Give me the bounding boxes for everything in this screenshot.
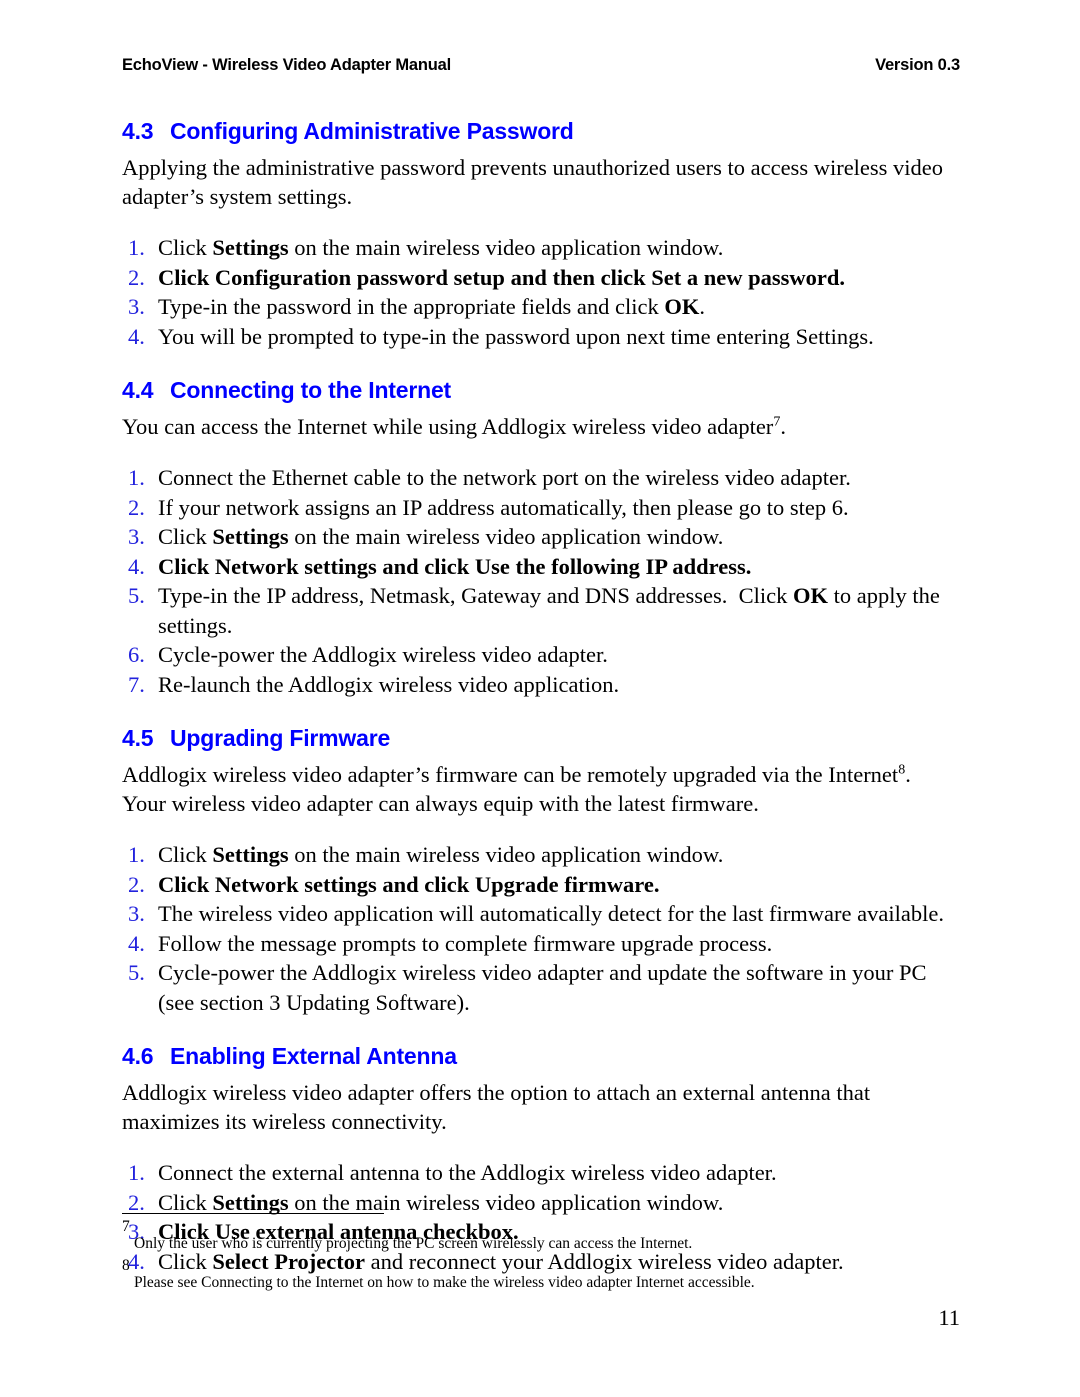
list-item-number: 1.	[128, 235, 145, 260]
list-item-text: Cycle-power the Addlogix wireless video …	[158, 642, 608, 667]
step-list: 1. Connect the Ethernet cable to the netw…	[122, 463, 962, 699]
step-list: 1. Click Settings on the main wireless vi…	[122, 840, 962, 1017]
footnote-text: Please see Connecting to the Internet on…	[134, 1274, 755, 1291]
list-item-text: Connect the Ethernet cable to the networ…	[158, 465, 851, 490]
list-item: 1. Click Settings on the main wireless vi…	[122, 233, 962, 263]
list-item-text: Type-in the IP address, Netmask, Gateway…	[158, 583, 940, 638]
footnote-text: Only the user who is currently projectin…	[134, 1235, 693, 1252]
document-page: EchoView - Wireless Video Adapter Manual…	[0, 0, 1080, 1397]
footnote: 7 Only the user who is currently projecti…	[122, 1219, 962, 1253]
list-item-text: Click Network settings and click Use the…	[158, 553, 752, 579]
page-number: 11	[938, 1305, 960, 1330]
footnote-list: 7 Only the user who is currently projecti…	[122, 1219, 962, 1297]
section-number: 4.3	[122, 118, 154, 144]
list-item-text: Click Configuration password setup and t…	[158, 264, 846, 290]
list-item-number: 1.	[128, 842, 145, 867]
list-item-text: Click Settings on the main wireless vide…	[158, 235, 724, 260]
section-heading-4-6: 4.6 Enabling External Antenna	[122, 1043, 962, 1070]
list-item: 4. You will be prompted to type-in the pa…	[122, 322, 962, 352]
list-item-number: 5.	[128, 960, 145, 985]
list-item-text: Cycle-power the Addlogix wireless video …	[158, 960, 927, 1015]
list-item-number: 2.	[128, 494, 145, 520]
list-item: 6. Cycle-power the Addlogix wireless vide…	[122, 640, 962, 670]
list-item: 1. Connect the Ethernet cable to the netw…	[122, 463, 962, 493]
section-heading-4-3: 4.3 Configuring Administrative Password	[122, 118, 962, 145]
list-item: 3. Type-in the password in the appropriat…	[122, 292, 962, 322]
section-title: Enabling External Antenna	[170, 1043, 457, 1069]
list-item-text: Type-in the password in the appropriate …	[158, 294, 706, 319]
list-item-number: 4.	[128, 323, 145, 349]
document-body: 4.3 Configuring Administrative Password Ap…	[122, 118, 962, 1276]
list-item-number: 3.	[128, 524, 145, 549]
list-item-number: 3.	[128, 901, 145, 926]
list-item-text: Click Network settings and click Upgrade…	[158, 871, 660, 897]
list-item: 2. Click Configuration password setup and…	[122, 263, 962, 293]
list-item: 2. Click Network settings and click Upgra…	[122, 870, 962, 900]
list-item: 7. Re-launch the Addlogix wireless video …	[122, 670, 962, 700]
section-heading-4-5: 4.5 Upgrading Firmware	[122, 725, 962, 752]
section-intro-paragraph: You can access the Internet while using …	[122, 414, 786, 439]
list-item-text: Re-launch the Addlogix wireless video ap…	[158, 671, 620, 697]
footnote-marker: 7	[122, 1218, 130, 1235]
list-item-text: If your network assigns an IP address au…	[158, 494, 849, 520]
header-version: Version 0.3	[875, 56, 960, 74]
list-item-text: You will be prompted to type-in the pass…	[158, 323, 874, 349]
section-number: 4.4	[122, 377, 154, 403]
list-item: 2. If your network assigns an IP address …	[122, 493, 962, 523]
footnote: 8 Please see Connecting to the Internet o…	[122, 1258, 962, 1292]
list-item-text: Connect the external antenna to the Addl…	[158, 1160, 777, 1185]
list-item: 3. Click Settings on the main wireless vi…	[122, 522, 962, 552]
list-item-number: 1.	[128, 1160, 145, 1185]
list-item-number: 7.	[128, 671, 145, 697]
section-number: 4.6	[122, 1043, 154, 1069]
list-item: 4. Click Network settings and click Use t…	[122, 552, 962, 582]
section-heading-4-4: 4.4 Connecting to the Internet	[122, 377, 962, 404]
footnote-marker: 8	[122, 1257, 130, 1274]
section-number: 4.5	[122, 725, 154, 751]
footnote-separator	[122, 1213, 384, 1214]
step-list: 1. Click Settings on the main wireless vi…	[122, 233, 962, 351]
list-item: 1. Connect the external antenna to the Ad…	[122, 1158, 962, 1188]
section-intro-paragraph: Addlogix wireless video adapter offers t…	[122, 1080, 871, 1134]
running-header: EchoView - Wireless Video Adapter Manual…	[122, 56, 960, 75]
section-title: Connecting to the Internet	[170, 377, 452, 403]
list-item-text: Click Settings on the main wireless vide…	[158, 842, 724, 867]
list-item-number: 6.	[128, 642, 145, 667]
list-item-text: Click Settings on the main wireless vide…	[158, 524, 724, 549]
list-item-number: 2.	[128, 264, 145, 290]
section-intro-paragraph: Applying the administrative password pre…	[122, 155, 944, 209]
header-manual-title: EchoView - Wireless Video Adapter Manual	[122, 56, 451, 74]
section-title: Upgrading Firmware	[170, 725, 391, 751]
list-item: 4. Follow the message prompts to complete…	[122, 929, 962, 959]
list-item-number: 4.	[128, 553, 145, 579]
list-item: 1. Click Settings on the main wireless vi…	[122, 840, 962, 870]
list-item-number: 5.	[128, 583, 145, 608]
list-item-number: 3.	[128, 294, 145, 319]
list-item-number: 1.	[128, 465, 145, 490]
list-item: 3. The wireless video application will au…	[122, 899, 962, 929]
list-item-number: 2.	[128, 871, 145, 897]
list-item-text: The wireless video application will auto…	[158, 901, 944, 926]
section-intro-paragraph: Addlogix wireless video adapter’s firmwa…	[122, 762, 917, 816]
section-title: Configuring Administrative Password	[170, 118, 574, 144]
list-item-text: Follow the message prompts to complete f…	[158, 930, 773, 956]
list-item: 5. Type-in the IP address, Netmask, Gatew…	[122, 581, 962, 640]
list-item-number: 4.	[128, 930, 145, 956]
list-item: 5. Cycle-power the Addlogix wireless vide…	[122, 958, 962, 1017]
